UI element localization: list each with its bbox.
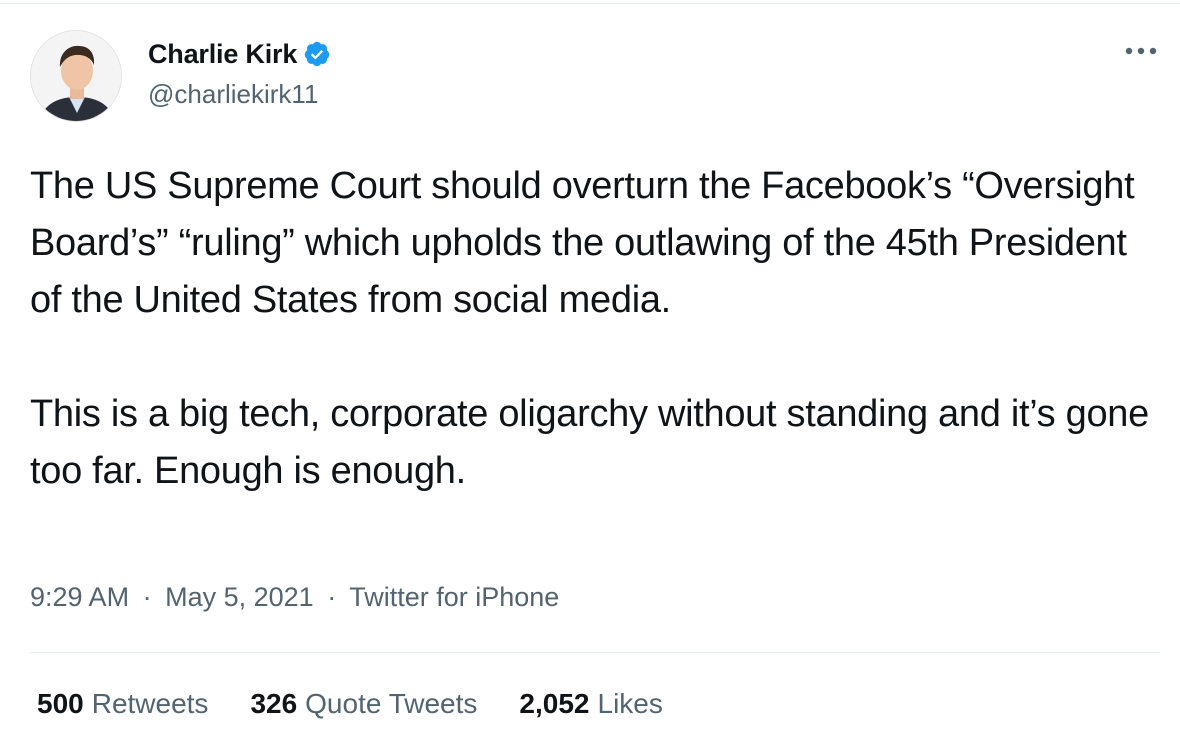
likes-count: 2,052 [519, 688, 590, 719]
top-divider [0, 3, 1180, 4]
retweets-count: 500 [37, 688, 84, 719]
verified-badge-icon [303, 40, 331, 68]
author-name-row[interactable]: Charlie Kirk [148, 36, 331, 72]
tweet-source[interactable]: Twitter for iPhone [349, 582, 559, 612]
likes-stat[interactable]: 2,052 Likes [519, 688, 662, 720]
quote-tweets-stat[interactable]: 326 Quote Tweets [250, 688, 477, 720]
quote-tweets-label: Quote Tweets [305, 688, 478, 719]
stats-divider [30, 652, 1160, 653]
likes-label: Likes [597, 688, 663, 719]
tweet-paragraph: This is a big tech, corporate oligarchy … [30, 393, 1149, 492]
retweets-label: Retweets [91, 688, 209, 719]
tweet-date[interactable]: May 5, 2021 [165, 582, 314, 612]
tweet-paragraph: The US Supreme Court should overturn the… [30, 165, 1135, 321]
tweet-time[interactable]: 9:29 AM [30, 582, 129, 612]
meta-separator: · [327, 582, 337, 612]
quote-tweets-count: 326 [250, 688, 298, 719]
tweet-meta: 9:29 AM · May 5, 2021 · Twitter for iPho… [30, 582, 559, 613]
author-handle[interactable]: @charliekirk11 [148, 79, 318, 110]
retweets-stat[interactable]: 500 Retweets [37, 688, 208, 720]
meta-separator: · [142, 582, 152, 612]
avatar[interactable] [30, 30, 122, 122]
more-horizontal-icon[interactable] [1124, 36, 1158, 66]
tweet-stats: 500 Retweets 326 Quote Tweets 2,052 Likes [37, 688, 705, 720]
tweet-text: The US Supreme Court should overturn the… [30, 158, 1160, 500]
author-display-name[interactable]: Charlie Kirk [148, 39, 297, 70]
